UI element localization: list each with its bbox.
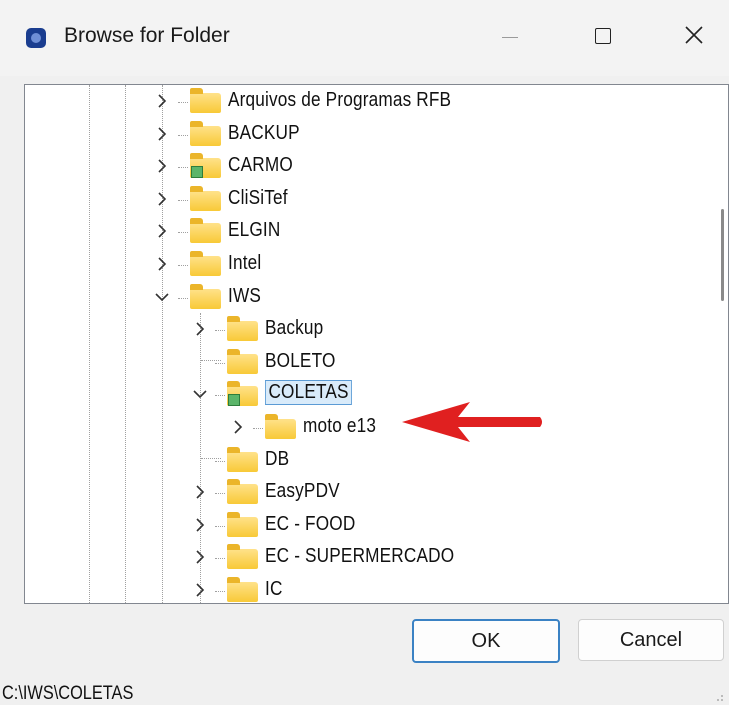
tree-node-label: IC xyxy=(265,578,283,600)
close-icon[interactable] xyxy=(664,8,724,64)
chevron-right-icon[interactable] xyxy=(153,252,171,276)
tree-connector-line xyxy=(215,591,225,592)
tree-node-label: ELGIN xyxy=(228,219,281,242)
chevron-right-icon[interactable] xyxy=(191,545,209,569)
tree-connector-line xyxy=(215,558,225,560)
tree-node-label: IWS xyxy=(228,284,262,307)
tree-connector-line xyxy=(215,362,225,364)
chevron-right-icon[interactable] xyxy=(191,578,209,602)
folder-icon xyxy=(190,251,221,276)
tree-node-arquivos-de-programas-rfb[interactable]: Arquivos de Programas RFB xyxy=(25,87,685,117)
tree-node-label: Intel xyxy=(228,252,262,274)
chevron-down-icon[interactable] xyxy=(153,285,171,309)
tree-node-label: Arquivos de Programas RFB xyxy=(228,89,452,111)
minimize-icon[interactable] xyxy=(480,8,540,64)
folder-tree[interactable]: Arquivos de Programas RFB BACKUP CARMO CliS… xyxy=(24,84,729,604)
chevron-right-icon[interactable] xyxy=(191,480,209,504)
window-title: Browse for Folder xyxy=(64,24,230,47)
folder-icon xyxy=(227,577,258,602)
folder-icon xyxy=(227,446,258,472)
tree-node-label: moto e13 xyxy=(303,415,377,437)
tree-node-moto-e13[interactable]: moto e13 xyxy=(25,413,685,443)
tree-connector-line xyxy=(178,134,188,136)
tree-node-label: COLETAS xyxy=(265,380,353,406)
tree-node-label: BOLETO xyxy=(265,349,336,372)
folder-icon xyxy=(190,218,221,244)
folder-icon xyxy=(190,120,221,146)
chevron-right-icon[interactable] xyxy=(153,187,171,211)
tree-node-ic[interactable]: IC xyxy=(25,576,685,603)
folder-icon xyxy=(265,414,296,439)
ok-button[interactable]: OK xyxy=(412,619,560,663)
tree-connector-line xyxy=(215,493,225,495)
tree-node-ec-supermercado[interactable]: EC - SUPERMERCADO xyxy=(25,543,685,573)
folder-icon xyxy=(227,479,258,505)
app-icon xyxy=(26,28,46,48)
tree-node-db[interactable]: DB xyxy=(25,446,685,476)
tree-connector-line xyxy=(215,330,225,332)
tree-node-label: BACKUP xyxy=(228,121,300,144)
tree-connector-line xyxy=(178,102,188,103)
tree-connector-line xyxy=(215,460,225,462)
tree-connector-line xyxy=(178,265,188,266)
tree-connector-line xyxy=(178,199,188,201)
folder-icon xyxy=(190,88,221,113)
maximize-icon[interactable] xyxy=(572,8,632,64)
folder-icon xyxy=(227,544,258,570)
tree-node-elgin[interactable]: ELGIN xyxy=(25,217,685,247)
folder-icon xyxy=(227,348,258,374)
tree-node-iws[interactable]: IWS xyxy=(25,283,685,313)
tree-connector-line xyxy=(253,428,263,429)
tree-connector-line xyxy=(215,525,225,527)
tree-node-ec-food[interactable]: EC - FOOD xyxy=(25,511,685,541)
tree-node-label: EC - SUPERMERCADO xyxy=(265,545,455,568)
tree-connector-line xyxy=(178,167,188,169)
browse-for-folder-dialog: Browse for Folder Arquivos de Programas … xyxy=(0,0,729,704)
tree-node-label: Backup xyxy=(265,317,324,340)
folder-icon xyxy=(227,316,258,342)
tree-connector-line xyxy=(215,395,225,397)
scrollbar-thumb[interactable] xyxy=(721,209,724,301)
tree-connector-line xyxy=(178,297,188,299)
shared-folder-icon xyxy=(190,153,221,179)
chevron-right-icon[interactable] xyxy=(153,122,171,146)
shared-folder-icon xyxy=(227,381,258,407)
chevron-down-icon[interactable] xyxy=(191,382,209,406)
tree-node-label: DB xyxy=(265,447,290,470)
chevron-right-icon[interactable] xyxy=(153,89,171,113)
tree-node-backup[interactable]: Backup xyxy=(25,315,685,345)
chevron-right-icon[interactable] xyxy=(153,154,171,178)
tree-node-label: CliSiTef xyxy=(228,186,288,209)
resize-grip-icon[interactable] xyxy=(712,690,724,702)
chevron-right-icon[interactable] xyxy=(191,317,209,341)
tree-node-label: EasyPDV xyxy=(265,480,340,503)
chevron-right-icon[interactable] xyxy=(153,219,171,243)
selected-path-text: C:\IWS\COLETAS xyxy=(2,683,134,704)
folder-icon xyxy=(227,511,258,537)
folder-icon xyxy=(190,283,221,309)
folder-icon xyxy=(190,185,221,211)
tree-node-boleto[interactable]: BOLETO xyxy=(25,348,685,378)
cancel-button[interactable]: Cancel xyxy=(578,619,724,661)
red-arrow-annotation xyxy=(402,402,542,442)
tree-node-label: EC - FOOD xyxy=(265,512,356,535)
tree-node-intel[interactable]: Intel xyxy=(25,250,685,280)
tree-connector-line xyxy=(178,232,188,234)
tree-node-label: CARMO xyxy=(228,154,293,177)
tree-node-easypdv[interactable]: EasyPDV xyxy=(25,478,685,508)
tree-node-carmo[interactable]: CARMO xyxy=(25,152,685,182)
chevron-right-icon[interactable] xyxy=(229,415,247,439)
tree-node-backup[interactable]: BACKUP xyxy=(25,120,685,150)
title-bar: Browse for Folder xyxy=(0,0,729,76)
chevron-right-icon[interactable] xyxy=(191,513,209,537)
tree-node-coletas[interactable]: COLETAS xyxy=(25,380,685,410)
tree-node-clisitef[interactable]: CliSiTef xyxy=(25,185,685,215)
